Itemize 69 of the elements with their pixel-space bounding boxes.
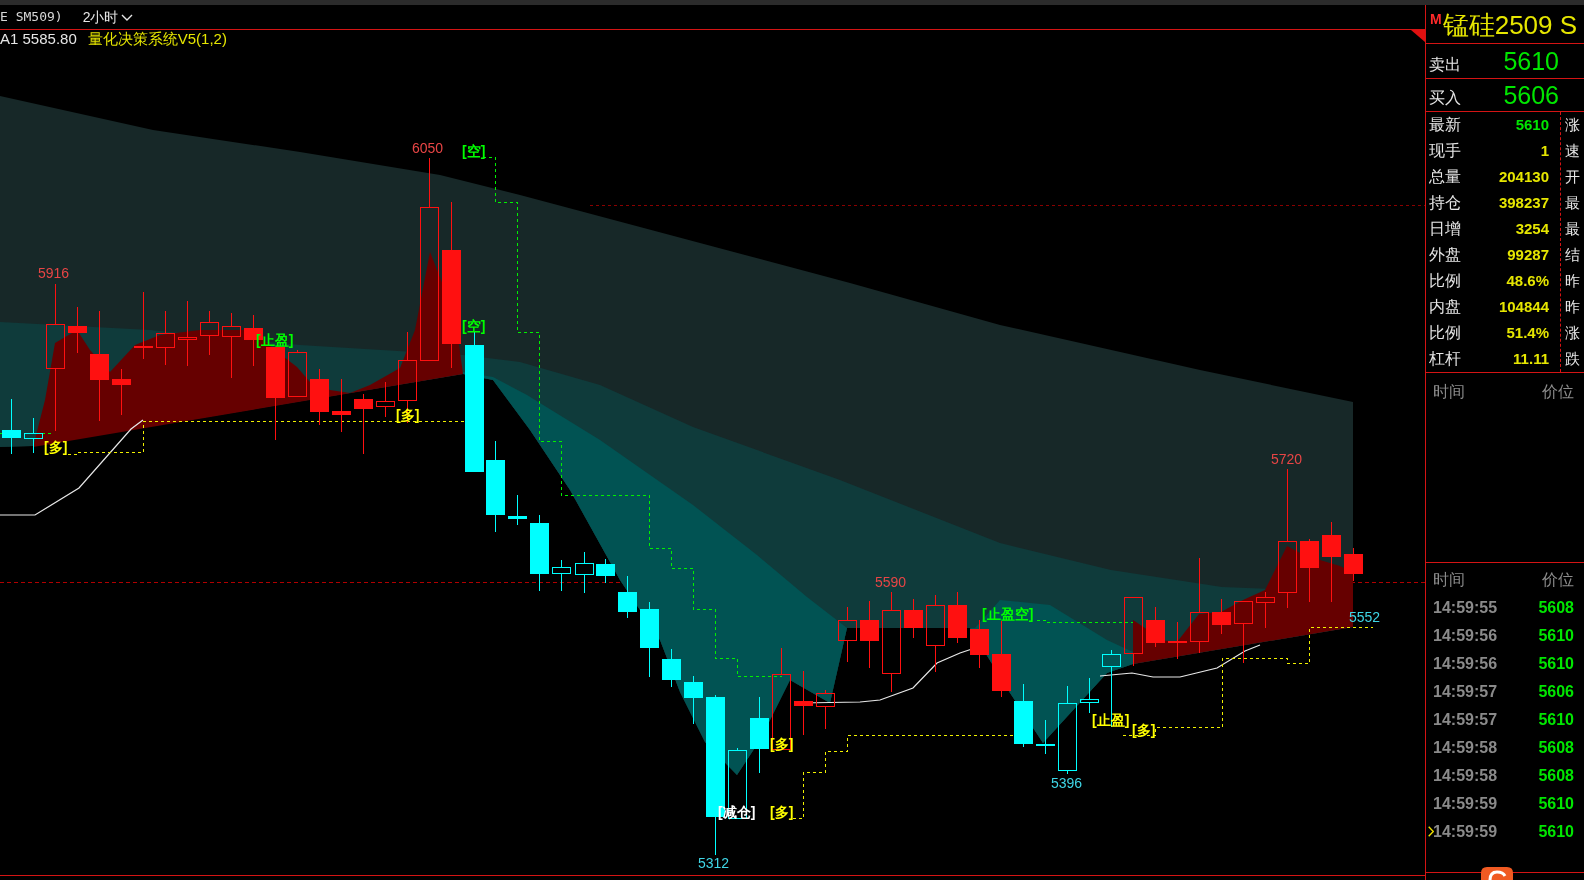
stat-label: 速 [1565, 142, 1580, 160]
signal-label: [空] [462, 143, 486, 159]
stat-label: 最 [1565, 220, 1580, 238]
stat-value: 11.11 [1513, 350, 1549, 368]
stat-value: 99287 [1507, 246, 1549, 264]
tick-time: 14:59:56 [1433, 627, 1498, 645]
stat-value: 48.6% [1506, 272, 1549, 290]
stat-label: 最新 [1429, 116, 1461, 134]
chevron-down-icon [121, 13, 134, 21]
column-header: 时间 [1433, 571, 1465, 589]
stat-label: 比例 [1429, 272, 1461, 290]
stat-label: 昨 [1565, 272, 1580, 290]
stat-label: 涨 [1565, 116, 1580, 134]
contract-code: E SM509) [0, 9, 63, 25]
legend-text: 量化决策系统V5(1,2) [87, 31, 227, 47]
tick-price: 5610 [1538, 711, 1574, 729]
tick-price: 5608 [1538, 739, 1574, 757]
bid-label: 买入 [1429, 89, 1461, 107]
stat-label: 外盘 [1429, 246, 1461, 264]
column-header: 价位 [1542, 571, 1574, 589]
period-dropdown[interactable]: 2小时 [82, 9, 134, 25]
stat-value: 5610 [1515, 116, 1549, 134]
tick-price: 5606 [1538, 683, 1574, 701]
tick-time: 14:59:55 [1433, 599, 1498, 617]
price-label: 6050 [412, 140, 444, 156]
tick-price: 5610 [1538, 627, 1574, 645]
tick-time: 14:59:58 [1433, 767, 1498, 785]
stat-label: 内盘 [1429, 298, 1461, 316]
legend-text: A1 5585.80 [0, 31, 77, 47]
stat-label: 结 [1565, 246, 1580, 264]
bid-price: 5606 [1503, 81, 1559, 109]
stat-label: 开 [1565, 168, 1580, 186]
price-label: 5916 [38, 265, 70, 281]
stat-label: 日增 [1429, 220, 1461, 238]
logo-icon[interactable] [1478, 867, 1516, 880]
stat-value: 1 [1540, 142, 1549, 160]
tick-time: 14:59:56 [1433, 655, 1498, 673]
signal-label: [多] [44, 439, 68, 455]
stat-label: 涨 [1565, 324, 1580, 342]
tick-time: 14:59:59 [1433, 823, 1498, 841]
stat-value: 3254 [1515, 220, 1549, 238]
stat-label: 昨 [1565, 298, 1580, 316]
column-header: 时间 [1433, 383, 1465, 401]
tick-time: 14:59:58 [1433, 739, 1498, 757]
stat-label: 跌 [1565, 350, 1580, 368]
stat-label: 杠杆 [1429, 350, 1461, 368]
price-label: 5312 [698, 855, 730, 871]
stat-label: 持仓 [1429, 194, 1461, 212]
tick-price: 5610 [1538, 655, 1574, 673]
stat-value: 51.4% [1506, 324, 1549, 342]
column-header: 价位 [1542, 383, 1574, 401]
tick-price: 5610 [1538, 823, 1574, 841]
tick-price: 5610 [1538, 795, 1574, 813]
stat-label: 最 [1565, 194, 1580, 212]
tick-time: 14:59:57 [1433, 711, 1498, 729]
tick-time: 14:59:59 [1433, 795, 1498, 813]
market-letter: M [1430, 12, 1442, 26]
ask-price: 5610 [1503, 47, 1559, 75]
stat-value: 104844 [1498, 298, 1549, 316]
tick-price: 5608 [1538, 767, 1574, 785]
stat-label: 现手 [1429, 142, 1461, 160]
stat-label: 总量 [1429, 168, 1461, 186]
stat-value: 398237 [1498, 194, 1549, 212]
tick-time: 14:59:57 [1433, 683, 1498, 701]
stat-value: 204130 [1498, 168, 1549, 186]
ask-label: 卖出 [1429, 56, 1461, 74]
tick-price: 5608 [1538, 599, 1574, 617]
stat-label: 比例 [1429, 324, 1461, 342]
contract-title: 锰硅2509 S [1442, 10, 1578, 40]
